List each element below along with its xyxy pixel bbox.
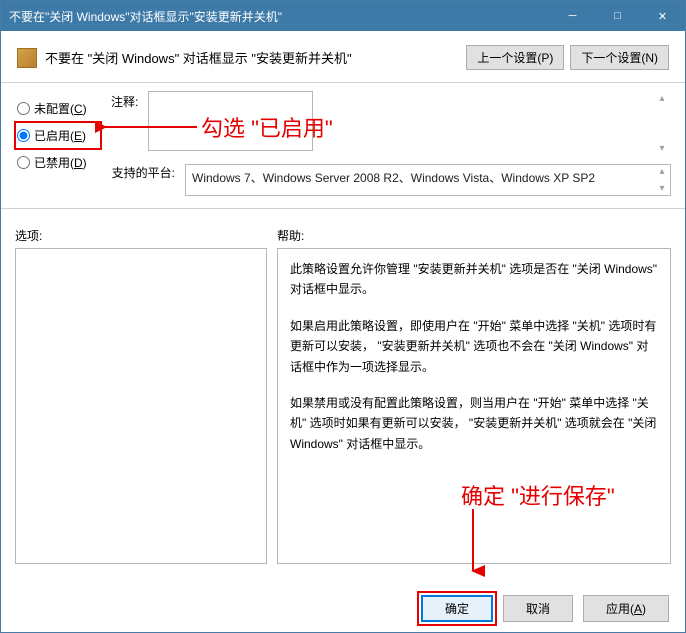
nav-buttons: 上一个设置(P) 下一个设置(N)	[466, 45, 669, 70]
comment-textarea[interactable]	[148, 91, 313, 151]
titlebar: 不要在"关闭 Windows"对话框显示"安装更新并关机" ─ □ ✕	[1, 1, 685, 31]
window-title: 不要在"关闭 Windows"对话框显示"安装更新并关机"	[9, 8, 550, 25]
divider	[1, 82, 685, 83]
radio-disabled-label: 已禁用(D)	[34, 154, 87, 171]
policy-editor-window: 不要在"关闭 Windows"对话框显示"安装更新并关机" ─ □ ✕ 不要在 …	[0, 0, 686, 633]
platform-box: Windows 7、Windows Server 2008 R2、Windows…	[185, 164, 671, 196]
platform-row: 支持的平台: Windows 7、Windows Server 2008 R2、…	[111, 164, 671, 196]
middle-area: 选项: 帮助: 此策略设置允许你管理 "安装更新并关机" 选项是否在 "关闭 W…	[1, 217, 685, 564]
comment-label: 注释:	[111, 91, 138, 156]
prev-setting-button[interactable]: 上一个设置(P)	[466, 45, 564, 70]
header-row: 不要在 "关闭 Windows" 对话框显示 "安装更新并关机" 上一个设置(P…	[1, 31, 685, 78]
state-radios: 未配置(C) 已启用(E) 已禁用(D)	[15, 91, 101, 196]
config-area: 未配置(C) 已启用(E) 已禁用(D) 注释: ▴ ▾ 支持的平台	[1, 91, 685, 196]
comment-row: 注释: ▴ ▾	[111, 91, 671, 156]
scroll-down-icon: ▾	[655, 143, 669, 154]
options-label: 选项:	[15, 227, 267, 244]
radio-enabled-label: 已启用(E)	[34, 127, 86, 144]
close-button[interactable]: ✕	[640, 1, 685, 31]
options-box	[15, 248, 267, 564]
radio-enabled-input[interactable]	[17, 129, 30, 142]
platform-label: 支持的平台:	[111, 164, 175, 181]
apply-button[interactable]: 应用(A)	[583, 595, 669, 622]
help-column: 帮助: 此策略设置允许你管理 "安装更新并关机" 选项是否在 "关闭 Windo…	[277, 227, 671, 564]
scroll-up-icon: ▴	[655, 166, 669, 177]
policy-icon	[17, 48, 37, 68]
scroll-up-icon: ▴	[655, 93, 669, 104]
help-label: 帮助:	[277, 227, 671, 244]
radio-disabled[interactable]: 已禁用(D)	[15, 149, 101, 176]
meta-column: 注释: ▴ ▾ 支持的平台: Windows 7、Windows Server …	[111, 91, 671, 196]
help-paragraph: 如果禁用或没有配置此策略设置，则当用户在 "开始" 菜单中选择 "关机" 选项时…	[290, 393, 658, 454]
radio-enabled[interactable]: 已启用(E)	[15, 122, 101, 149]
radio-not-configured-input[interactable]	[17, 102, 30, 115]
next-setting-button[interactable]: 下一个设置(N)	[570, 45, 669, 70]
policy-title: 不要在 "关闭 Windows" 对话框显示 "安装更新并关机"	[45, 48, 458, 67]
help-paragraph: 如果启用此策略设置，即使用户在 "开始" 菜单中选择 "关机" 选项时有更新可以…	[290, 316, 658, 377]
ok-button[interactable]: 确定	[421, 595, 493, 622]
options-column: 选项:	[15, 227, 267, 564]
radio-not-configured[interactable]: 未配置(C)	[15, 95, 101, 122]
radio-disabled-input[interactable]	[17, 156, 30, 169]
help-paragraph: 此策略设置允许你管理 "安装更新并关机" 选项是否在 "关闭 Windows" …	[290, 259, 658, 300]
scroll-down-icon: ▾	[655, 183, 669, 194]
minimize-button[interactable]: ─	[550, 1, 595, 31]
help-box: 此策略设置允许你管理 "安装更新并关机" 选项是否在 "关闭 Windows" …	[277, 248, 671, 564]
footer-buttons: 确定 取消 应用(A)	[421, 595, 669, 622]
divider	[1, 208, 685, 209]
radio-not-configured-label: 未配置(C)	[34, 100, 87, 117]
window-controls: ─ □ ✕	[550, 1, 685, 31]
cancel-button[interactable]: 取消	[503, 595, 573, 622]
maximize-button[interactable]: □	[595, 1, 640, 31]
